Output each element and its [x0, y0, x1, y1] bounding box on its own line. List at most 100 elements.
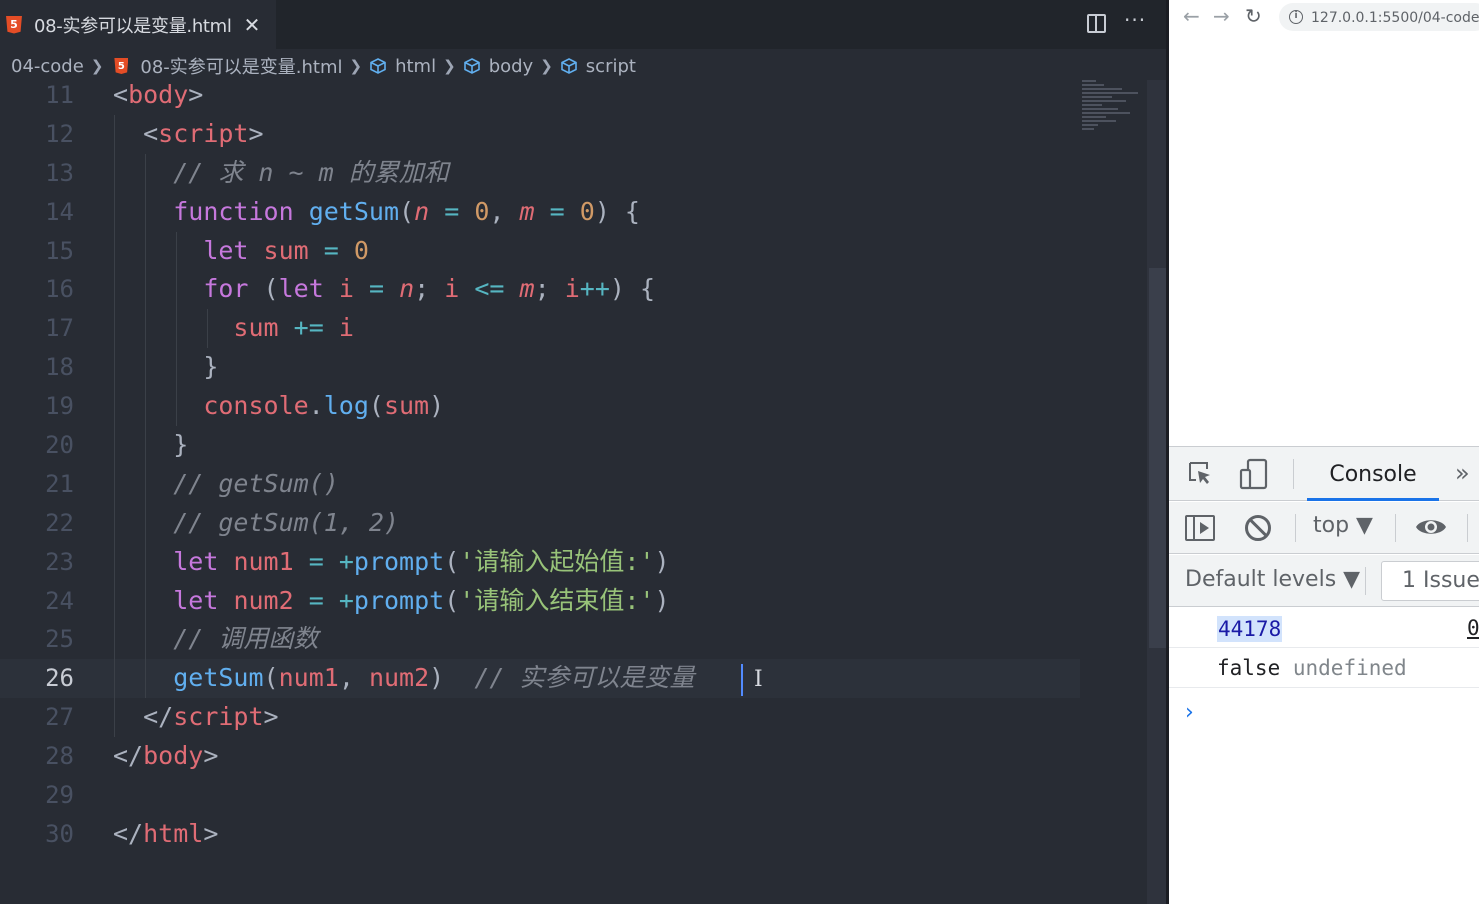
line-number: 27	[45, 703, 74, 732]
editor-tab[interactable]: 5 08-实参可以是变量.html ✕	[0, 0, 276, 49]
code-text: </body>	[113, 741, 219, 771]
info-icon[interactable]: i	[1289, 10, 1303, 24]
console-filter-bar: Default levels ▼ 1 Issue:	[1169, 555, 1479, 607]
code-text: // 调用函数	[173, 624, 319, 654]
breadcrumb-html[interactable]: html	[369, 56, 436, 77]
code-line[interactable]: 29	[0, 776, 1080, 815]
code-text: <body>	[113, 80, 204, 109]
ibeam-cursor-icon: I	[754, 667, 763, 692]
breadcrumb-folder[interactable]: 04-code	[11, 56, 84, 77]
editor-tab-bar: 5 08-实参可以是变量.html ✕ ···	[0, 0, 1168, 49]
code-line[interactable]: 11 <body>	[0, 76, 1080, 115]
chevron-right-icon: ❯	[443, 57, 456, 75]
line-number: 15	[45, 236, 74, 265]
code-line[interactable]: 25 // 调用函数	[0, 620, 1080, 660]
line-number: 29	[45, 781, 74, 810]
minimap[interactable]	[1082, 80, 1142, 146]
code-line[interactable]: 17 sum += i	[0, 309, 1080, 349]
code-line[interactable]: 21 // getSum()	[0, 464, 1080, 504]
inspect-element-icon[interactable]	[1187, 460, 1213, 486]
source-link[interactable]: 0	[1467, 608, 1479, 648]
symbol-cube-icon	[560, 58, 577, 74]
console-prompt-chevron-icon[interactable]: ›	[1185, 700, 1194, 725]
code-line[interactable]: 16 for (let i = n; i <= m; i++) {	[0, 270, 1080, 310]
line-number: 30	[45, 819, 74, 848]
code-text: console.log(sum)	[203, 391, 445, 421]
address-bar[interactable]: i 127.0.0.1:5500/04-code/08-实参可以是变量.html	[1279, 3, 1479, 31]
split-editor-icon[interactable]	[1087, 14, 1106, 33]
code-line[interactable]: 24 let num2 = +prompt('请输入结束值:')	[0, 581, 1080, 621]
toolbar-divider	[1395, 514, 1396, 542]
page-viewport[interactable]	[1169, 34, 1479, 446]
code-line[interactable]: 30 </html>	[0, 815, 1080, 854]
code-line[interactable]: 28 </body>	[0, 737, 1080, 776]
toolbar-divider	[1467, 514, 1468, 542]
code-editor[interactable]: 5 08-实参可以是变量.html ✕ ··· 04-code ❯ 5 08-实…	[0, 0, 1168, 904]
code-text: </script>	[143, 702, 279, 732]
line-number: 21	[45, 469, 74, 498]
code-text: sum += i	[233, 313, 354, 343]
device-toolbar-icon[interactable]	[1239, 458, 1269, 490]
line-number: 13	[45, 158, 74, 187]
code-text: let num2 = +prompt('请输入结束值:')	[173, 585, 670, 615]
code-text: getSum(num1, num2) // 实参可以是变量	[173, 663, 695, 693]
clear-console-icon[interactable]	[1245, 515, 1271, 541]
line-number: 11	[45, 81, 74, 109]
line-number: 17	[45, 314, 74, 343]
code-line-active[interactable]: 26 getSum(num1, num2) // 实参可以是变量	[0, 659, 1080, 699]
devtools-panel: Console » top ▼ Default levels ▼ 1 Issue…	[1169, 446, 1479, 904]
log-levels-dropdown[interactable]: Default levels ▼	[1185, 567, 1360, 592]
line-number: 26	[45, 664, 74, 693]
back-icon[interactable]: ←	[1183, 4, 1200, 28]
show-console-sidebar-icon[interactable]	[1185, 515, 1215, 541]
code-text: // getSum()	[173, 468, 339, 498]
context-selector[interactable]: top ▼	[1313, 513, 1373, 538]
log-value: false undefined	[1217, 656, 1407, 680]
code-text: <script>	[143, 118, 264, 148]
forward-icon[interactable]: →	[1213, 4, 1230, 28]
code-text: // 求 n ~ m 的累加和	[173, 157, 449, 187]
code-line[interactable]: 12 <script>	[0, 114, 1080, 154]
console-message: false undefined	[1169, 648, 1479, 688]
close-icon[interactable]: ✕	[244, 13, 261, 37]
scrollbar-thumb[interactable]	[1149, 268, 1166, 648]
breadcrumb-body[interactable]: body	[463, 56, 533, 77]
symbol-cube-icon	[463, 58, 480, 74]
code-line[interactable]: 19 console.log(sum)	[0, 387, 1080, 427]
line-number: 18	[45, 353, 74, 382]
breadcrumb-script[interactable]: script	[560, 56, 636, 77]
code-line[interactable]: 18 }	[0, 348, 1080, 388]
toolbar-divider	[1293, 459, 1294, 489]
html5-file-icon: 5	[114, 58, 129, 74]
tab-console[interactable]: Console	[1307, 447, 1439, 501]
chevron-right-icon: ❯	[349, 57, 363, 75]
code-area[interactable]: 11 <body> 12 <script> 13 // 求 n ~ m 的累加和 …	[0, 76, 1080, 854]
more-actions-icon[interactable]: ···	[1124, 8, 1146, 32]
code-text: let num1 = +prompt('请输入起始值:')	[173, 546, 670, 576]
browser-toolbar: ← → ↻ i 127.0.0.1:5500/04-code/08-实参可以是变…	[1169, 0, 1479, 34]
code-line[interactable]: 15 let sum = 0	[0, 231, 1080, 271]
issues-button[interactable]: 1 Issue:	[1381, 561, 1479, 601]
code-line[interactable]: 22 // getSum(1, 2)	[0, 503, 1080, 543]
html5-file-icon: 5	[6, 15, 22, 34]
line-number: 22	[45, 508, 74, 537]
code-text: }	[173, 430, 189, 460]
code-line[interactable]: 23 let num1 = +prompt('请输入起始值:')	[0, 542, 1080, 582]
code-text: function getSum(n = 0, m = 0) {	[173, 196, 640, 226]
line-number: 16	[45, 275, 74, 304]
code-line[interactable]: 20 }	[0, 426, 1080, 465]
code-line[interactable]: 13 // 求 n ~ m 的累加和	[0, 153, 1080, 193]
reload-icon[interactable]: ↻	[1245, 4, 1262, 28]
code-text: // getSum(1, 2)	[173, 507, 399, 537]
console-message: 44178 0	[1169, 608, 1479, 648]
browser-window: ← → ↻ i 127.0.0.1:5500/04-code/08-实参可以是变…	[1169, 0, 1479, 904]
code-line[interactable]: 14 function getSum(n = 0, m = 0) {	[0, 192, 1080, 232]
code-line[interactable]: 27 </script>	[0, 698, 1080, 738]
more-tabs-icon[interactable]: »	[1455, 459, 1470, 487]
log-value: 44178	[1217, 616, 1283, 642]
live-expression-eye-icon[interactable]	[1415, 516, 1447, 538]
line-number: 12	[45, 119, 74, 148]
line-number: 19	[45, 392, 74, 421]
line-number: 25	[45, 625, 74, 654]
code-text: for (let i = n; i <= m; i++) {	[203, 274, 656, 304]
